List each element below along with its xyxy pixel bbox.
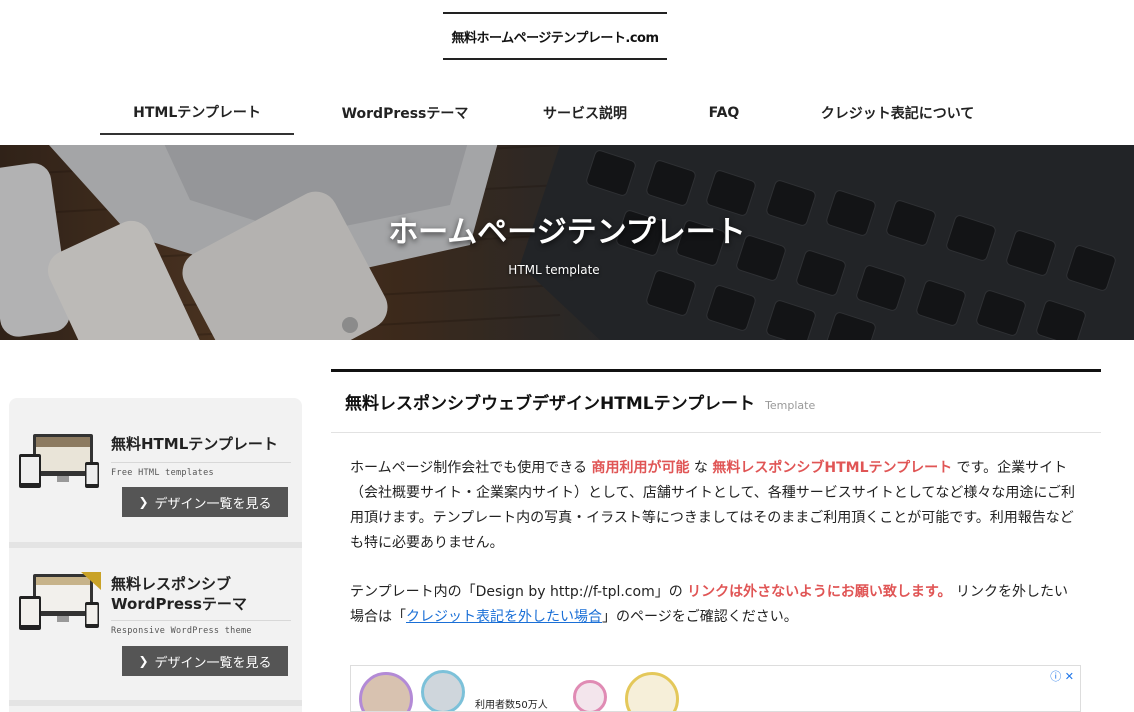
sidebar-card-title-line2: WordPressテーマ xyxy=(111,595,247,613)
text: 」のページをご確認ください。 xyxy=(602,609,798,625)
view-wordpress-designs-button[interactable]: ❯ デザイン一覧を見る xyxy=(122,646,288,676)
divider xyxy=(111,462,291,463)
sidebar-card-subtitle: Responsive WordPress theme xyxy=(111,626,252,636)
section-title-text: 無料レスポンシブウェブデザインHTMLテンプレート xyxy=(345,394,756,414)
credit-removal-link[interactable]: クレジット表記を外したい場合 xyxy=(406,609,602,625)
button-label: デザイン一覧を見る xyxy=(154,496,272,512)
nav-item-wordpress-theme[interactable]: WordPressテーマ xyxy=(330,90,480,135)
divider xyxy=(111,620,291,621)
highlight-keep-link: リンクは外さないようにお願い致します。 xyxy=(687,584,952,600)
text: テンプレート内の「Design by http://f-tpl.com」の xyxy=(350,584,688,600)
info-icon[interactable]: ⓘ xyxy=(1050,670,1061,683)
close-icon[interactable]: ✕ xyxy=(1065,670,1074,683)
nav-item-credit[interactable]: クレジット表記について xyxy=(805,90,990,135)
ad-banner[interactable]: 利用者数50万人 ⓘ ✕ xyxy=(350,665,1081,712)
nav-item-service[interactable]: サービス説明 xyxy=(530,90,640,135)
logo-text: 無料ホームページテンプレート.com xyxy=(451,30,659,46)
sidebar-card-wordpress: 無料レスポンシブ WordPressテーマ Responsive WordPre… xyxy=(9,556,302,706)
main-nav: HTMLテンプレート WordPressテーマ サービス説明 FAQ クレジット… xyxy=(0,90,1134,135)
button-label: デザイン一覧を見る xyxy=(154,655,272,671)
devices-thumbnail-icon xyxy=(19,434,99,488)
nav-item-html-template[interactable]: HTMLテンプレート xyxy=(100,90,294,135)
intro-paragraph: ホームページ制作会社でも使用できる 商用利用が可能 な 無料レスポンシブHTML… xyxy=(350,456,1080,556)
hero-subtitle: HTML template xyxy=(508,263,600,277)
avatar xyxy=(359,672,413,711)
section-tag: Template xyxy=(765,399,816,412)
sidebar: 無料HTMLテンプレート Free HTML templates ❯ デザイン一… xyxy=(9,398,302,712)
sidebar-card-title-line1: 無料レスポンシブ xyxy=(111,575,232,593)
text: な xyxy=(689,460,713,476)
sidebar-card-html: 無料HTMLテンプレート Free HTML templates ❯ デザイン一… xyxy=(9,418,302,548)
wordpress-devices-thumbnail-icon xyxy=(19,572,101,630)
nav-label: FAQ xyxy=(708,104,740,121)
avatar xyxy=(625,672,679,711)
section-divider xyxy=(331,432,1101,433)
view-html-designs-button[interactable]: ❯ デザイン一覧を見る xyxy=(122,487,288,517)
avatar xyxy=(421,670,465,711)
chevron-right-icon: ❯ xyxy=(138,495,149,509)
hero-title: ホームページテンプレート xyxy=(388,215,746,250)
sidebar-card-subtitle: Free HTML templates xyxy=(111,468,214,478)
text: ホームページ制作会社でも使用できる xyxy=(350,460,592,476)
sidebar-card-title: 無料HTMLテンプレート xyxy=(111,435,278,453)
ad-controls[interactable]: ⓘ ✕ xyxy=(1050,668,1074,684)
nav-label: HTMLテンプレート xyxy=(133,104,261,121)
site-logo[interactable]: 無料ホームページテンプレート.com xyxy=(443,12,667,60)
nav-label: サービス説明 xyxy=(543,105,627,122)
nav-item-faq[interactable]: FAQ xyxy=(692,90,756,135)
avatar xyxy=(573,680,607,711)
section-top-rule xyxy=(331,369,1101,372)
nav-label: クレジット表記について xyxy=(820,105,975,122)
section-title: 無料レスポンシブウェブデザインHTMLテンプレート Template xyxy=(345,389,815,414)
nav-label: WordPressテーマ xyxy=(341,105,469,122)
ad-image: 利用者数50万人 xyxy=(351,666,681,711)
ad-text: 利用者数50万人 xyxy=(475,700,548,711)
credit-paragraph: テンプレート内の「Design by http://f-tpl.com」の リン… xyxy=(350,580,1080,630)
highlight-commercial-use: 商用利用が可能 xyxy=(591,460,690,476)
chevron-right-icon: ❯ xyxy=(138,654,149,668)
highlight-free-template: 無料レスポンシブHTMLテンプレート xyxy=(712,460,953,476)
hero-banner: ホームページテンプレート HTML template xyxy=(0,145,1134,340)
